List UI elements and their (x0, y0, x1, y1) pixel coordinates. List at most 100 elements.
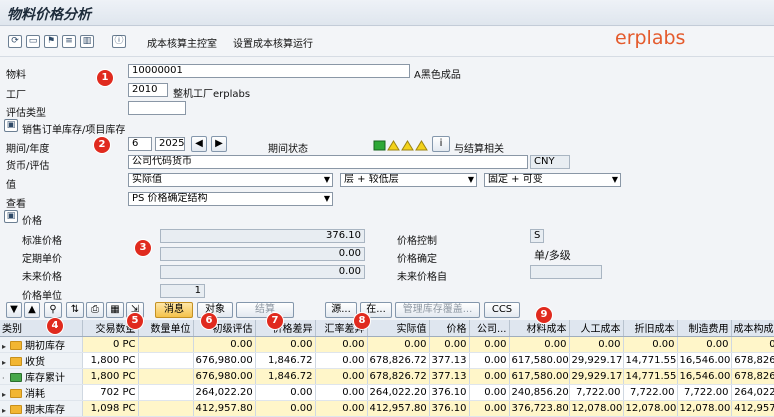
value-label: 值 (6, 180, 16, 191)
ccs-button[interactable]: CCS (484, 302, 520, 318)
table-cell: 0.00 (469, 384, 510, 401)
period-label: 期间/年度 (6, 144, 50, 155)
category-cell: ▸ 期末库存 (0, 400, 83, 417)
table-row[interactable]: ▸ 消耗 702 PC 264,022.20 0.00 0.00 264,022.20 376… (0, 384, 774, 401)
table-cell (138, 400, 194, 417)
plant-desc: 整机工厂erplabs (173, 89, 251, 100)
table-cell: 0.00 (469, 352, 510, 369)
layout-icon[interactable]: ▦ (106, 302, 124, 318)
price-determ-value: 单/多级 (534, 249, 571, 262)
sort-icon[interactable]: ⇅ (66, 302, 84, 318)
source-button[interactable]: 源... (325, 302, 357, 318)
settlement-button[interactable]: 结算 (236, 302, 294, 318)
table-cell: 264,022.20 (193, 384, 256, 401)
table-cell: 1,800 PC (82, 368, 139, 385)
col-header[interactable]: 类别 (0, 320, 83, 337)
col-header[interactable]: 成本构成总和 (731, 320, 774, 337)
info-icon[interactable]: ⓘ (112, 35, 126, 48)
table-row[interactable]: ▸ 期初库存 0 PC 0.00 0.00 0.00 0.00 0.00 0.00 0.00 0.0… (0, 336, 774, 353)
table-cell: 0.00 (509, 336, 570, 353)
expand-triangle-icon[interactable]: · (2, 374, 10, 383)
fixvar-select[interactable]: 固定 + 可变 ▼ (484, 173, 621, 187)
view-select-text: PS 价格确定结构 (132, 193, 208, 204)
table-cell: 702 PC (82, 384, 139, 401)
collapse-icon[interactable]: ▲ (24, 302, 40, 318)
info-button[interactable]: i (432, 136, 450, 152)
col-header[interactable]: 公司... (469, 320, 510, 337)
col-header[interactable]: 实际值 (367, 320, 430, 337)
table-icon[interactable]: ▥ (80, 35, 94, 48)
valtype-label: 评估类型 (6, 108, 46, 119)
year-field[interactable]: 2025 (155, 137, 185, 151)
table-cell: 264,022.20 (731, 384, 774, 401)
table-cell: 0.00 (255, 384, 316, 401)
fixvar-select-text: 固定 + 可变 (488, 174, 543, 185)
table-cell: 678,826.72 (731, 368, 774, 385)
period-field[interactable]: 6 (128, 137, 152, 151)
expand-triangle-icon[interactable]: ▸ (2, 390, 10, 399)
table-cell: 0.00 (469, 336, 510, 353)
list-icon[interactable]: ≡ (62, 35, 76, 48)
next-period-button[interactable]: ▶ (211, 136, 227, 152)
expand-triangle-icon[interactable]: ▸ (2, 406, 10, 415)
sales-order-button[interactable]: 销售订单库存/项目库存 (22, 121, 125, 136)
sales-order-icon[interactable]: ▣ (4, 119, 18, 132)
future-from-label: 未来价格自 (397, 272, 447, 283)
table-cell: 678,826.72 (367, 352, 430, 369)
table-cell (138, 336, 194, 353)
col-header[interactable]: 价格 (429, 320, 470, 337)
table-row[interactable]: ▸ 期末库存 1,098 PC 412,957.80 0.00 0.00 412,957.8… (0, 400, 774, 417)
currency-label: 货币/评估 (6, 161, 50, 172)
std-price-field: 376.10 (160, 229, 365, 243)
table-cell: 0.00 (677, 336, 732, 353)
table-cell: 0 PC (82, 336, 139, 353)
category-label: 消耗 (25, 388, 45, 400)
manage-stock-button[interactable]: 管理库存覆盖... (395, 302, 480, 318)
table-row[interactable]: ▸ 收货 1,800 PC 676,980.00 1,846.72 0.00 678,826… (0, 352, 774, 369)
periodic-price-label: 定期单价 (22, 254, 62, 265)
col-header[interactable]: 价格差异 (255, 320, 316, 337)
table-cell: 0.00 (255, 336, 316, 353)
folder-icon (10, 388, 22, 398)
print-icon[interactable]: ⎙ (86, 302, 104, 318)
find-icon[interactable]: ⚲ (44, 302, 62, 318)
view-select[interactable]: PS 价格确定结构 ▼ (128, 192, 333, 206)
prev-period-button[interactable]: ◀ (191, 136, 207, 152)
value-select[interactable]: 实际值 ▼ (128, 173, 333, 187)
sum-icon (10, 372, 22, 382)
hierarchy-icon[interactable]: ⚑ (44, 35, 58, 48)
col-header[interactable]: 人工成本 (569, 320, 624, 337)
expand-triangle-icon[interactable]: ▸ (2, 358, 10, 367)
col-header[interactable]: 折旧成本 (623, 320, 678, 337)
plant-field[interactable]: 2010 (128, 83, 168, 97)
col-header[interactable]: 制造费用 (677, 320, 732, 337)
table-cell: 376.10 (429, 384, 470, 401)
currency-field[interactable]: 公司代码货币 (128, 155, 528, 169)
table-cell: 617,580.00 (509, 352, 570, 369)
price-section-icon[interactable]: ▣ (4, 210, 18, 223)
expand-triangle-icon[interactable]: ▸ (2, 342, 10, 351)
table-cell: 0.00 (731, 336, 774, 353)
table-row[interactable]: · 库存累计 1,800 PC 676,980.00 1,846.72 0.00 678,8… (0, 368, 774, 385)
view-label: 查看 (6, 199, 26, 210)
refresh-icon[interactable]: ⟳ (8, 35, 22, 48)
messages-button[interactable]: 消息 (155, 302, 193, 318)
table-cell: 676,980.00 (193, 352, 256, 369)
costing-run-button[interactable]: 设置成本核算运行 (233, 35, 313, 50)
table-cell: 376,723.80 (509, 400, 570, 417)
material-field[interactable]: 10000001 (128, 64, 410, 78)
valtype-field[interactable] (128, 101, 186, 115)
plant-label: 工厂 (6, 90, 26, 101)
chevron-down-icon: ▼ (323, 194, 330, 203)
future-price-label: 未来价格 (22, 272, 62, 283)
marker-4: 4 (47, 318, 63, 334)
display-icon[interactable]: ▭ (26, 35, 40, 48)
costing-cockpit-button[interactable]: 成本核算主控室 (147, 35, 217, 50)
col-header[interactable]: 数量单位 (138, 320, 194, 337)
folder-icon (10, 340, 22, 350)
marker-8: 8 (354, 313, 370, 329)
level-select[interactable]: 层 + 较低层 ▼ (340, 173, 477, 187)
expand-icon[interactable]: ▼ (6, 302, 22, 318)
col-header[interactable]: 材料成本 (509, 320, 570, 337)
price-determ-label: 价格确定 (397, 254, 437, 265)
